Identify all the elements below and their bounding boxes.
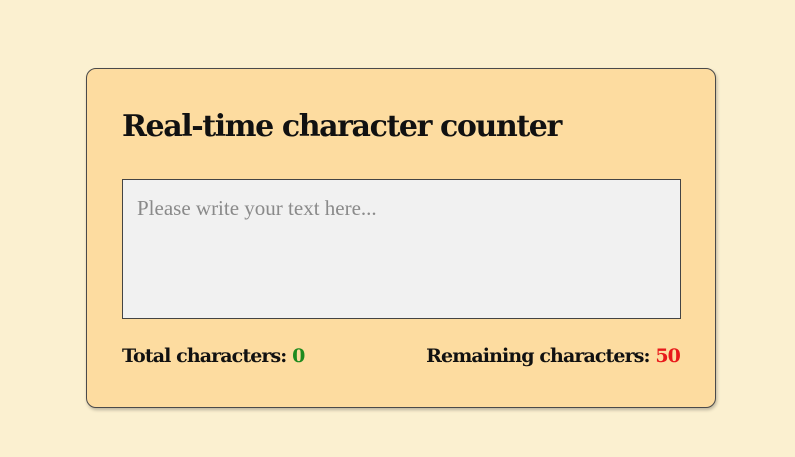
counter-card: Real-time character counter Total charac…: [86, 68, 716, 408]
remaining-characters-count: 50: [655, 345, 681, 367]
total-characters-count: 0: [292, 345, 305, 367]
total-characters: Total characters: 0: [122, 345, 305, 367]
remaining-characters-label: Remaining characters:: [426, 345, 656, 367]
page-title: Real-time character counter: [122, 109, 562, 144]
remaining-characters: Remaining characters: 50: [426, 345, 681, 367]
total-characters-label: Total characters:: [122, 345, 293, 367]
text-input[interactable]: [122, 179, 681, 319]
